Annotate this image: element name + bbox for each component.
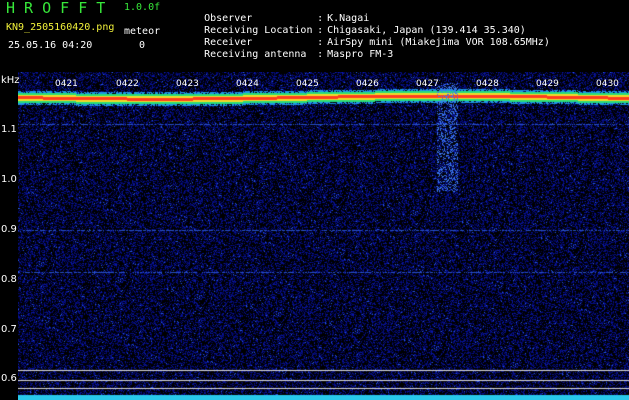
version-label: 1.0.0f	[124, 2, 161, 13]
x-tick-label: 0425	[296, 79, 319, 89]
x-tick-label: 0430	[596, 79, 619, 89]
header-panel: H R O F F T 1.0.0f KN9_2505160420.png 25…	[0, 0, 629, 72]
x-tick-label: 0429	[536, 79, 559, 89]
meteor-count: 0	[139, 40, 146, 51]
x-tick-label: 0426	[356, 79, 379, 89]
y-tick-label: 1.1	[1, 124, 17, 135]
y-tick-label: 0.8	[1, 274, 17, 285]
datetime-label: 25.05.16 04:20	[8, 40, 93, 51]
spectrogram-canvas[interactable]	[18, 72, 629, 400]
x-tick-label: 0424	[236, 79, 259, 89]
y-axis-unit: kHz	[1, 75, 20, 86]
x-tick-label: 0422	[116, 79, 139, 89]
meta-colon: :	[317, 49, 324, 60]
y-tick-label: 0.6	[1, 373, 17, 384]
meteor-label: meteor	[124, 26, 161, 37]
y-tick-label: 0.9	[1, 224, 17, 235]
y-axis: kHz 1.1 1.0 0.9 0.8 0.7 0.6	[0, 72, 20, 400]
x-tick-label: 0421	[55, 79, 78, 89]
app-title: H R O F F T	[6, 0, 106, 17]
x-tick-label: 0428	[476, 79, 499, 89]
x-tick-label: 0423	[176, 79, 199, 89]
x-tick-label: 0427	[416, 79, 439, 89]
y-tick-label: 1.0	[1, 174, 17, 185]
y-tick-label: 0.7	[1, 324, 17, 335]
meta-key: Receiving antenna	[204, 49, 307, 60]
filename-label: KN9_2505160420.png	[6, 22, 115, 33]
meta-antenna: Receiving antenna: Maspro FM-3	[180, 40, 393, 70]
meta-value: Maspro FM-3	[327, 49, 394, 60]
